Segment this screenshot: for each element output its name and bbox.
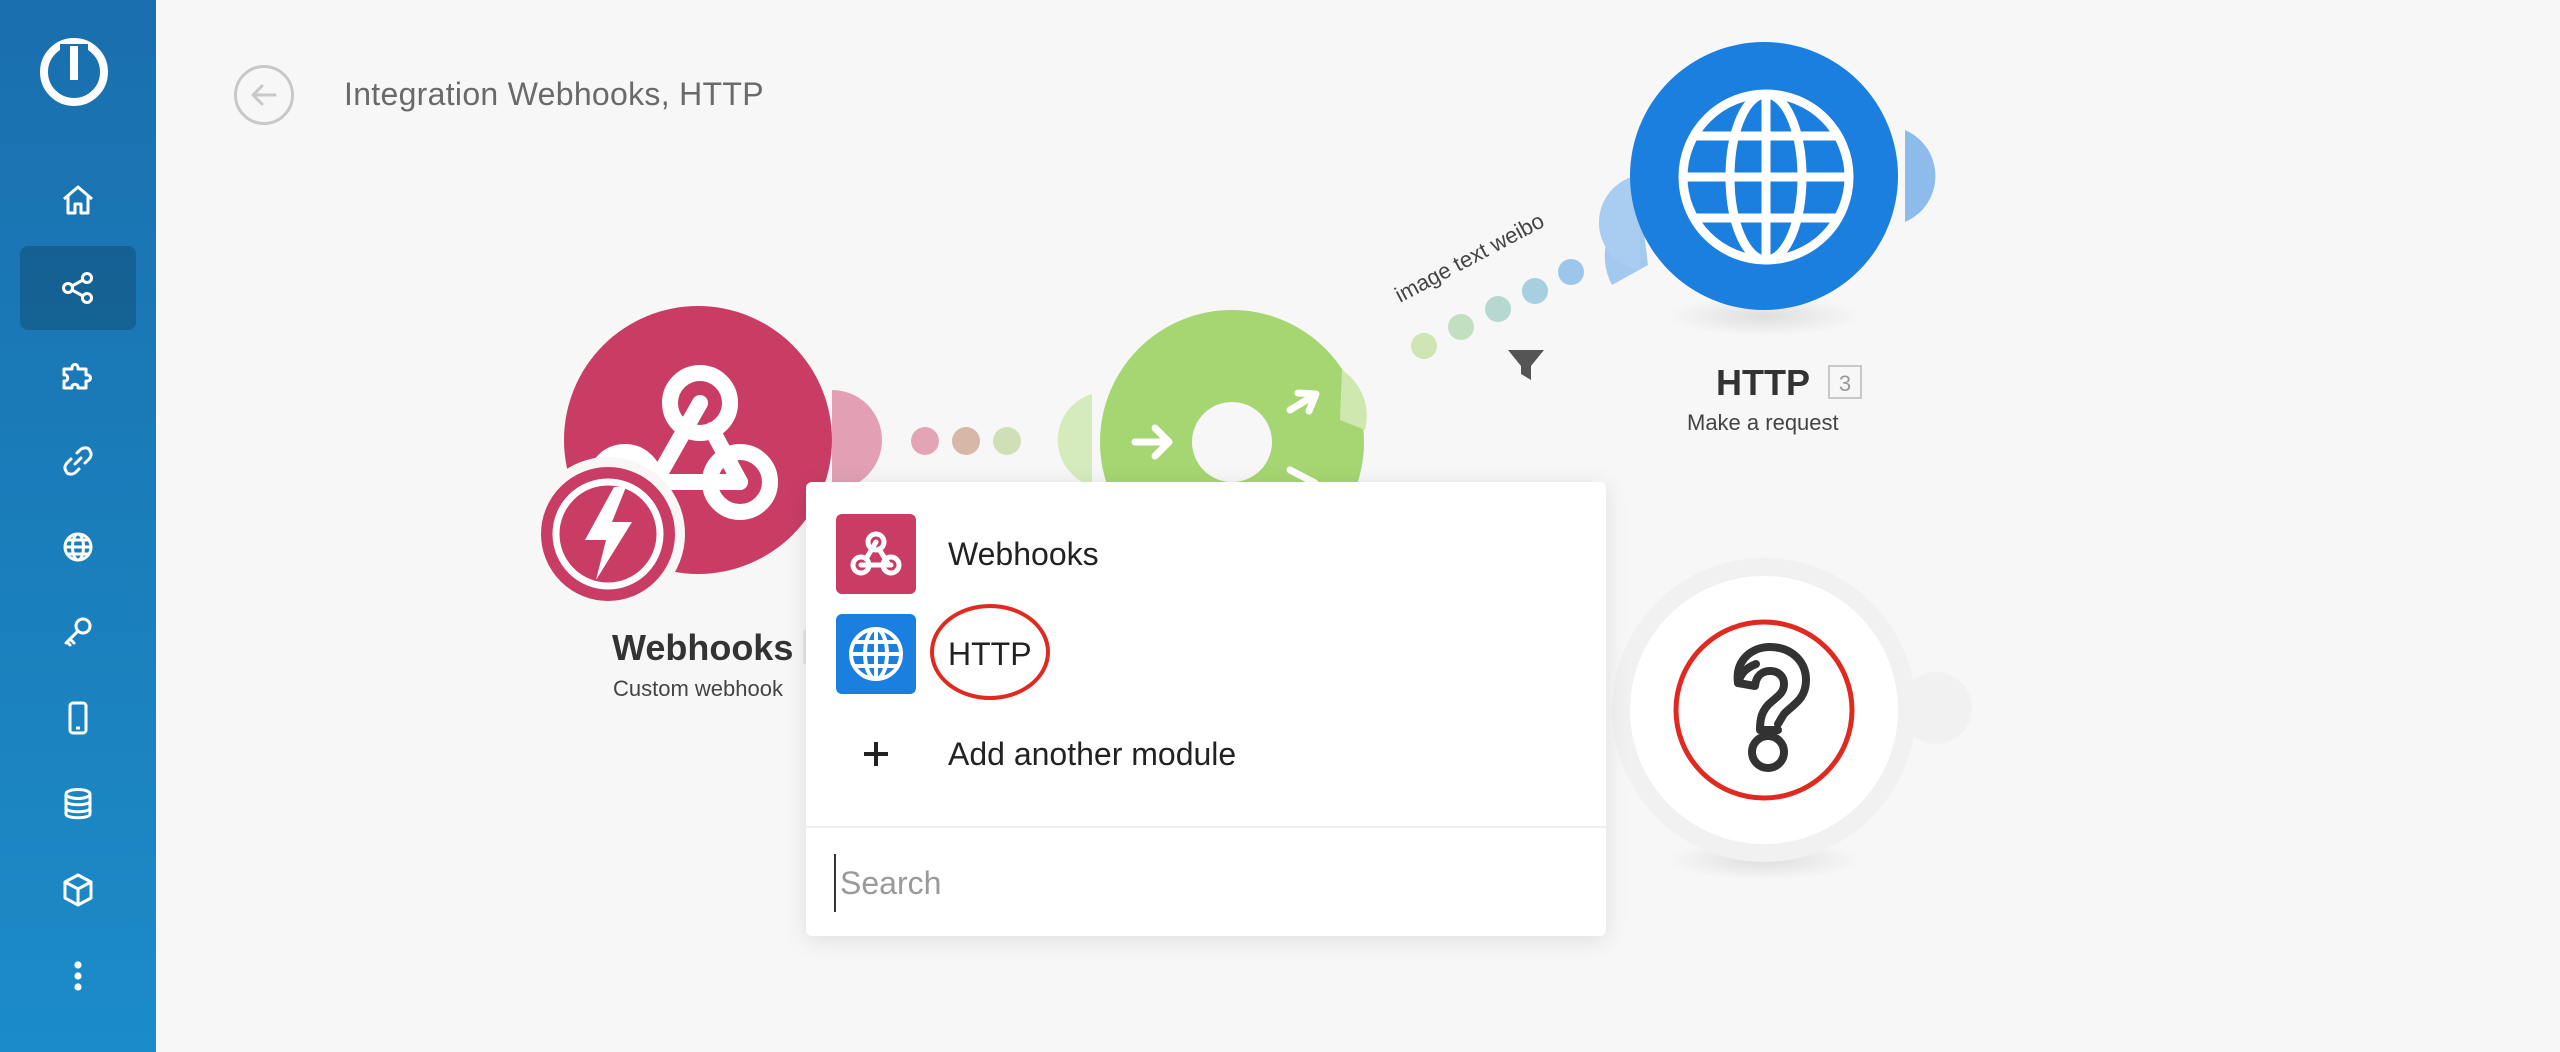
menu-item-label: Webhooks [948, 535, 1099, 572]
webhooks-icon [836, 514, 916, 594]
webhooks-module-label: Webhooks [612, 627, 793, 668]
plus-icon [836, 714, 916, 794]
filter-icon[interactable] [1508, 350, 1544, 380]
globe-icon [836, 614, 916, 694]
empty-module[interactable] [1612, 558, 1972, 862]
http-module-label: HTTP [1716, 362, 1810, 403]
add-module-menu: Webhooks HTTP Add another module [806, 482, 1606, 936]
menu-item-label: Add another module [948, 735, 1237, 772]
http-module[interactable] [1598, 42, 1936, 310]
webhooks-module-subtitle: Custom webhook [613, 676, 784, 701]
http-module-number: 3 [1839, 371, 1851, 396]
menu-item-add-another-module[interactable]: Add another module [836, 712, 1576, 796]
webhooks-module[interactable] [531, 306, 832, 611]
menu-item-webhooks[interactable]: Webhooks [836, 512, 1576, 596]
connector-webhooks-router[interactable] [832, 390, 1092, 490]
http-module-subtitle: Make a request [1687, 410, 1839, 435]
menu-divider [806, 826, 1606, 828]
globe-icon [1678, 89, 1854, 265]
module-search-input[interactable] [834, 854, 1582, 912]
highlight-annotation [930, 604, 1050, 700]
